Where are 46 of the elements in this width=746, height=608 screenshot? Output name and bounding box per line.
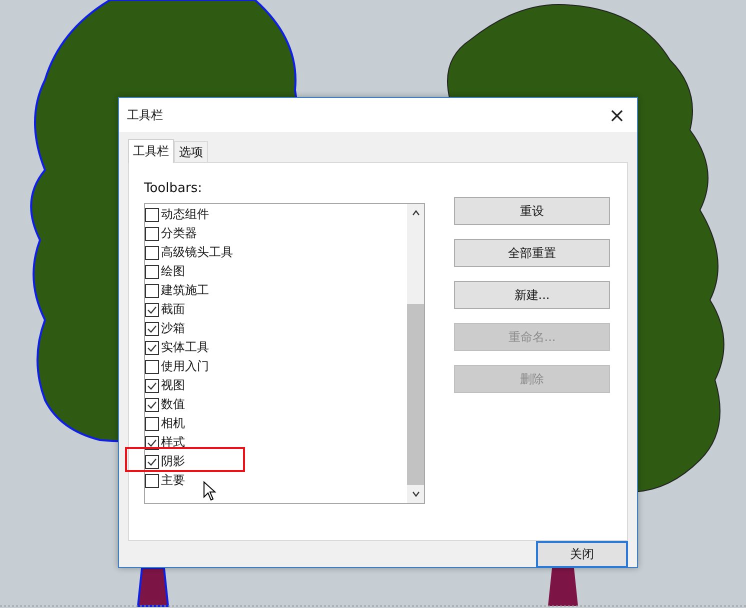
close-button[interactable]: ×: [597, 98, 637, 132]
mouse-cursor-icon: [203, 481, 217, 501]
toolbar-name[interactable]: 建筑施工: [161, 282, 209, 299]
trunk-drawing: [136, 567, 170, 607]
toolbar-name[interactable]: 视图: [161, 377, 185, 394]
tab[interactable]: 选项: [174, 141, 208, 162]
checkbox[interactable]: [145, 264, 159, 278]
toolbar-list[interactable]: 动态组件 分类器 高级镜头工具 绘图 建筑施工 截面 沙箱 实体工具 使用入门 视图 数值 相机 样式 阴影 主要: [144, 203, 425, 504]
trunk-drawing: [548, 568, 578, 606]
toolbar-name[interactable]: 阴影: [161, 453, 185, 470]
toolbar-name[interactable]: 绘图: [161, 263, 185, 280]
checkbox[interactable]: [145, 284, 159, 298]
scroll-down-icon[interactable]: [410, 489, 420, 499]
checkbox[interactable]: [145, 322, 159, 336]
toolbar-name[interactable]: 主要: [161, 472, 185, 489]
checkbox[interactable]: [145, 360, 159, 374]
checkbox[interactable]: [145, 398, 159, 412]
toolbar-name[interactable]: 使用入门: [161, 358, 209, 375]
action-button[interactable]: 新建...: [454, 281, 610, 309]
scrollbar-thumb[interactable]: [407, 304, 424, 485]
toolbar-name[interactable]: 分类器: [161, 225, 197, 242]
toolbar-name[interactable]: 实体工具: [161, 339, 209, 356]
checkbox[interactable]: [145, 302, 159, 316]
toolbar-name[interactable]: 沙箱: [161, 320, 185, 337]
toolbar-name[interactable]: 样式: [161, 434, 185, 451]
checkbox[interactable]: [145, 246, 159, 260]
checkbox[interactable]: [145, 378, 159, 392]
toolbar-name[interactable]: 高级镜头工具: [161, 244, 233, 261]
toolbar-name[interactable]: 相机: [161, 415, 185, 432]
checkbox[interactable]: [145, 416, 159, 430]
checkbox[interactable]: [145, 226, 159, 240]
scrollbar[interactable]: [407, 204, 424, 503]
checkbox[interactable]: [145, 474, 159, 488]
toolbar-name[interactable]: 动态组件: [161, 206, 209, 223]
checkbox[interactable]: [145, 208, 159, 222]
tab[interactable]: 工具栏: [128, 139, 174, 163]
toolbar-name[interactable]: 数值: [161, 396, 185, 413]
toolbar-name[interactable]: 截面: [161, 301, 185, 318]
action-button[interactable]: 全部重置: [454, 239, 610, 267]
action-button[interactable]: 重设: [454, 197, 610, 225]
scroll-up-icon[interactable]: [410, 208, 420, 218]
list-label: Toolbars:: [144, 181, 203, 196]
window-title: 工具栏: [127, 106, 163, 124]
close-button[interactable]: 关闭: [536, 541, 628, 568]
checkbox[interactable]: [145, 340, 159, 354]
checkbox[interactable]: [145, 454, 159, 468]
